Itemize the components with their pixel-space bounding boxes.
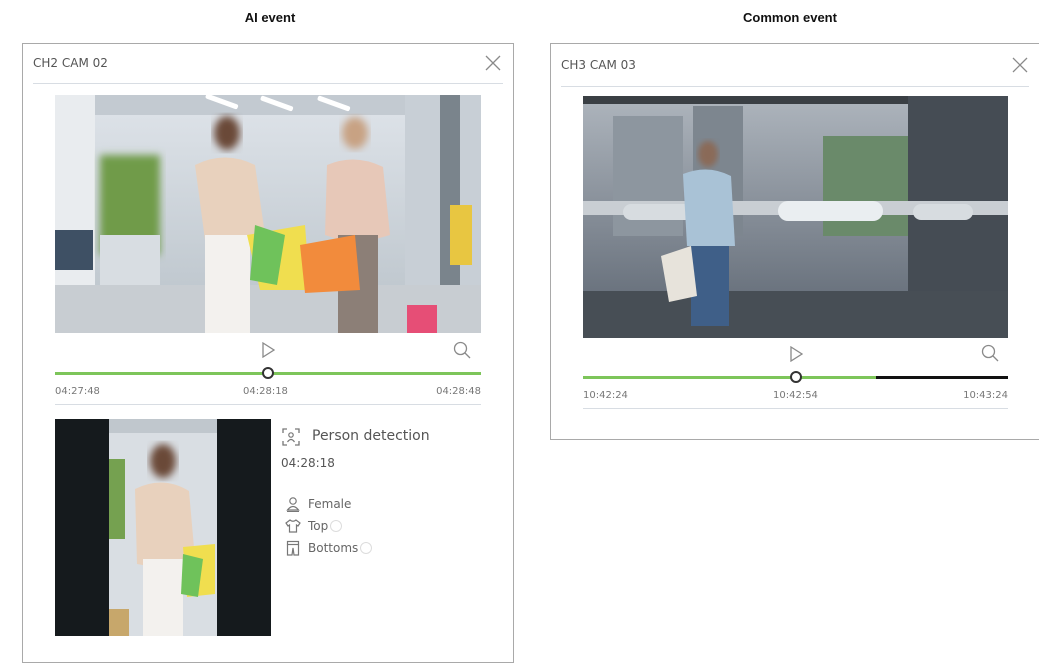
timeline-current-label: 10:42:54	[773, 390, 818, 401]
play-icon[interactable]	[261, 341, 276, 363]
timeline-knob[interactable]	[262, 367, 274, 379]
timeline-unrecorded-segment	[876, 376, 1008, 379]
timeline-current-label: 04:28:18	[243, 386, 288, 397]
panel-header: CH3 CAM 03	[551, 44, 1039, 84]
attribute-top: Top	[285, 518, 343, 534]
timeline-labels: 10:42:24 10:42:54 10:43:24	[583, 390, 1008, 404]
detection-type: Person detection	[312, 428, 430, 444]
playback-timeline[interactable]	[583, 370, 1008, 386]
object-detection-icon	[281, 427, 301, 452]
timeline-end-label: 04:28:48	[436, 386, 481, 397]
timeline-labels: 04:27:48 04:28:18 04:28:48	[55, 386, 481, 400]
play-icon[interactable]	[789, 345, 804, 367]
timeline-start-label: 10:42:24	[583, 390, 628, 401]
color-swatch	[330, 520, 343, 532]
close-icon[interactable]	[483, 53, 503, 73]
video-frame[interactable]	[583, 96, 1008, 338]
color-swatch	[360, 542, 373, 554]
close-icon[interactable]	[1010, 55, 1030, 75]
attribute-label: Top	[308, 519, 329, 533]
playback-timeline[interactable]	[55, 366, 481, 382]
shirt-icon	[285, 519, 301, 533]
attribute-label: Bottoms	[308, 541, 359, 555]
timeline-end-label: 10:43:24	[963, 390, 1008, 401]
attribute-bottoms: Bottoms	[285, 540, 373, 556]
timeline-divider	[55, 404, 481, 405]
camera-title: CH2 CAM 02	[33, 56, 108, 70]
detection-time: 04:28:18	[281, 456, 335, 470]
detection-thumbnail	[55, 419, 271, 636]
ai-event-heading: AI event	[244, 10, 296, 25]
attribute-label: Female	[308, 497, 352, 511]
ai-event-panel: CH2 CAM 02 04:27:48 04:28:18 04:28:48 Pe…	[22, 43, 514, 663]
common-event-panel: CH3 CAM 03 10:42:24 10:42:54 10:43:24	[550, 43, 1039, 440]
search-icon[interactable]	[981, 344, 999, 367]
attribute-gender: Female	[285, 496, 351, 512]
pants-icon	[286, 540, 300, 556]
camera-title: CH3 CAM 03	[561, 58, 636, 72]
video-frame[interactable]	[55, 95, 481, 333]
common-event-heading: Common event	[743, 10, 837, 25]
timeline-knob[interactable]	[790, 371, 802, 383]
header-divider	[561, 86, 1029, 87]
header-divider	[33, 83, 503, 84]
timeline-start-label: 04:27:48	[55, 386, 100, 397]
timeline-divider	[583, 408, 1008, 409]
person-icon	[286, 497, 300, 512]
search-icon[interactable]	[453, 341, 471, 364]
panel-header: CH2 CAM 02	[23, 44, 513, 84]
